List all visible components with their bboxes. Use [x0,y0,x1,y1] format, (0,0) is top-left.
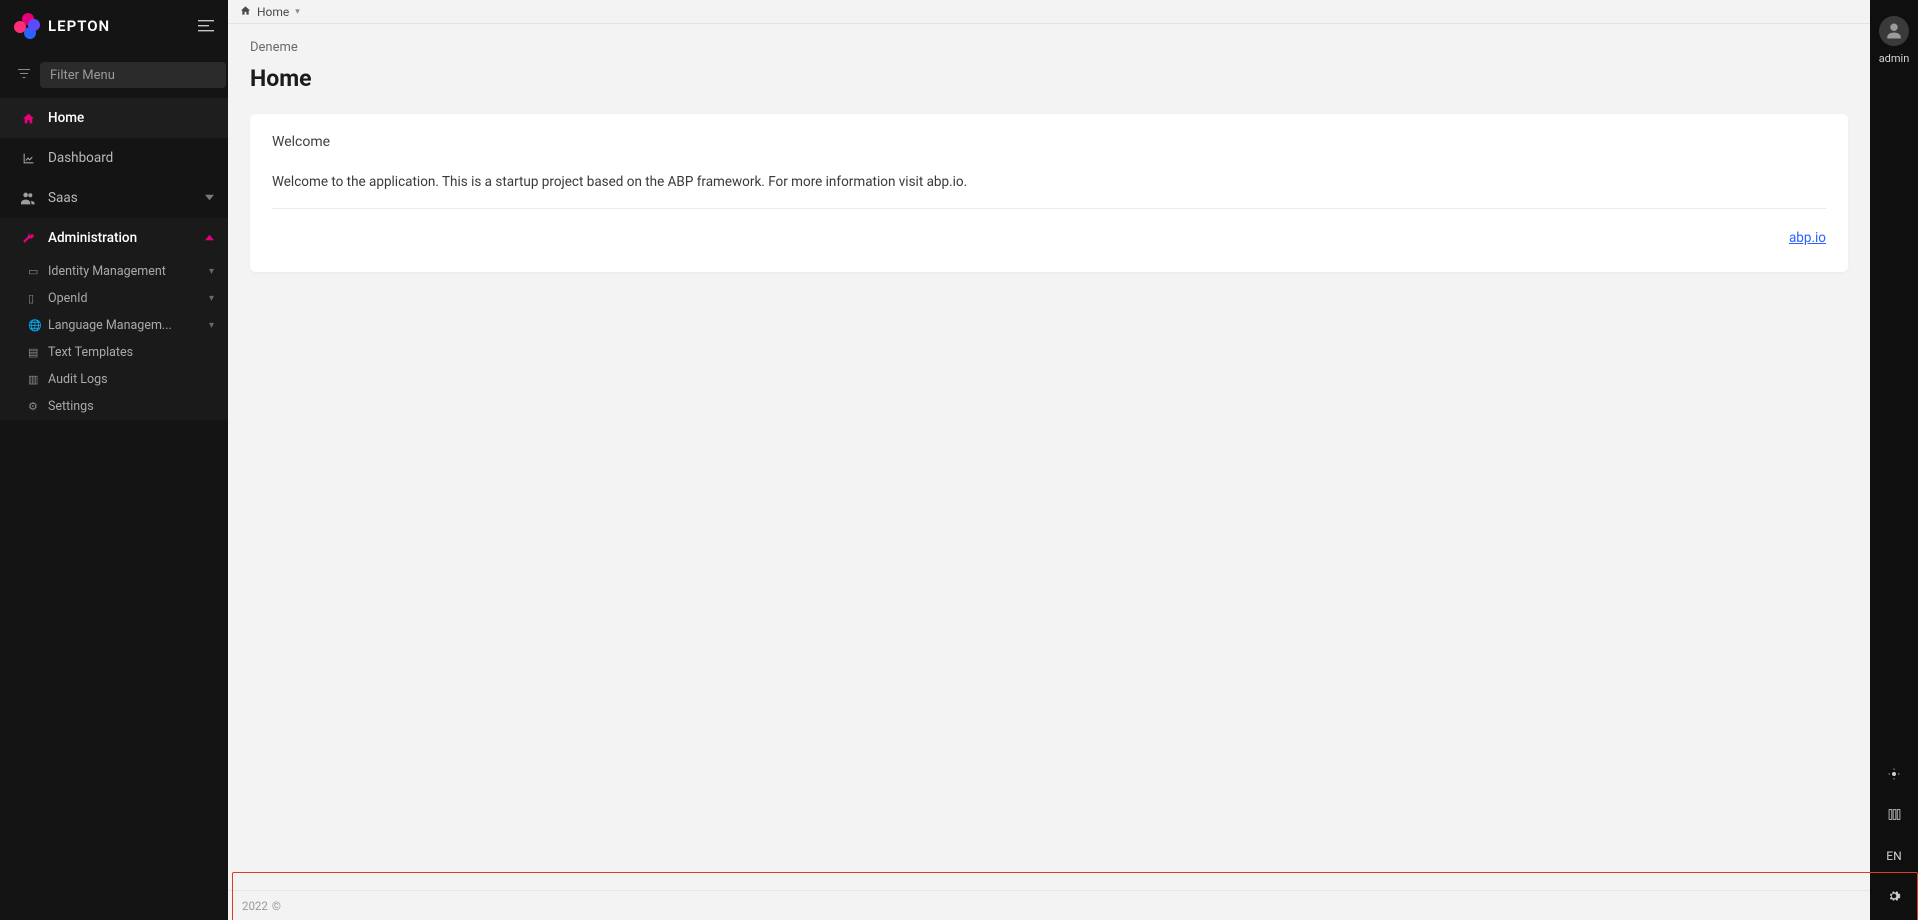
brand-bar: LEPTON [0,0,228,52]
users-icon [18,192,38,205]
chevron-down-icon: ▾ [209,293,214,304]
nav-label: Saas [48,190,78,206]
breadcrumb-label: Home [257,5,289,19]
chevron-down-icon: ▾ [295,7,300,17]
id-card-icon: ▭ [28,265,38,278]
chevron-down-icon: ▾ [209,320,214,331]
sidebar: LEPTON Home Dashboard Saas [0,0,228,920]
subnav-label: OpenId [48,291,88,306]
nav-saas[interactable]: Saas [0,178,228,218]
columns-icon [1888,808,1901,825]
subnav-label: Text Templates [48,345,133,360]
subnav-label: Identity Management [48,264,166,279]
theme-toggle-button[interactable] [1870,756,1918,796]
subnav-label: Language Managem... [48,318,172,333]
globe-icon: 🌐 [28,319,42,332]
sidebar-toggle-icon[interactable] [198,17,214,36]
nav-label: Dashboard [48,150,113,166]
welcome-card: Welcome Welcome to the application. This… [250,114,1848,272]
filter-row [0,52,228,98]
tenant-name: Deneme [250,40,1848,55]
page-header: Deneme Home [228,24,1870,102]
rail-username: admin [1879,52,1910,65]
home-icon [240,5,251,19]
copyright-icon: © [272,899,281,913]
chevron-down-icon: ▾ [209,266,214,277]
language-button[interactable]: EN [1870,836,1918,876]
subnav-audit-logs[interactable]: ▥ Audit Logs [0,366,228,393]
settings-button[interactable] [1870,876,1918,920]
footer: 2022 © [228,890,1870,920]
subnav-administration: ▭ Identity Management ▾ ▯ OpenId ▾ 🌐 Lan… [0,258,228,420]
page-title: Home [250,65,1848,92]
chevron-up-icon [205,232,214,245]
subnav-openid[interactable]: ▯ OpenId ▾ [0,285,228,312]
logo-icon [14,13,40,39]
home-icon [18,112,38,125]
layout-button[interactable] [1870,796,1918,836]
subnav-identity-management[interactable]: ▭ Identity Management ▾ [0,258,228,285]
chart-icon [18,152,38,165]
gear-icon: ⚙ [28,400,38,413]
user-avatar[interactable] [1879,16,1909,46]
subnav-language-management[interactable]: 🌐 Language Managem... ▾ [0,312,228,339]
card-body: Welcome to the application. This is a st… [272,174,1826,209]
gear-icon [1887,889,1901,907]
nav-label: Administration [48,230,137,246]
card-link-row: abp.io [272,227,1826,246]
wrench-icon [18,232,38,245]
nav-label: Home [48,110,84,126]
brand-name: LEPTON [48,17,110,35]
right-rail: admin EN [1870,0,1918,920]
template-icon: ▤ [28,346,38,359]
nav-dashboard[interactable]: Dashboard [0,138,228,178]
nav-administration[interactable]: Administration [0,218,228,258]
card-title: Welcome [272,134,1826,150]
brand[interactable]: LEPTON [14,13,110,39]
key-icon: ▯ [28,292,34,305]
breadcrumb[interactable]: Home ▾ [228,0,1870,24]
footer-year: 2022 [242,899,268,913]
chevron-down-icon [205,192,214,205]
subnav-settings[interactable]: ⚙ Settings [0,393,228,420]
filter-icon [18,68,30,83]
nav-home[interactable]: Home [0,98,228,138]
abp-link[interactable]: abp.io [1789,230,1826,246]
subnav-label: Audit Logs [48,372,108,387]
file-icon: ▥ [28,373,38,386]
nav: Home Dashboard Saas Administration [0,98,228,258]
subnav-label: Settings [48,399,94,414]
filter-menu-input[interactable] [40,62,226,88]
language-label: EN [1886,849,1901,863]
subnav-text-templates[interactable]: ▤ Text Templates [0,339,228,366]
main: Home ▾ Deneme Home Welcome Welcome to th… [228,0,1870,920]
sun-icon [1888,768,1900,784]
